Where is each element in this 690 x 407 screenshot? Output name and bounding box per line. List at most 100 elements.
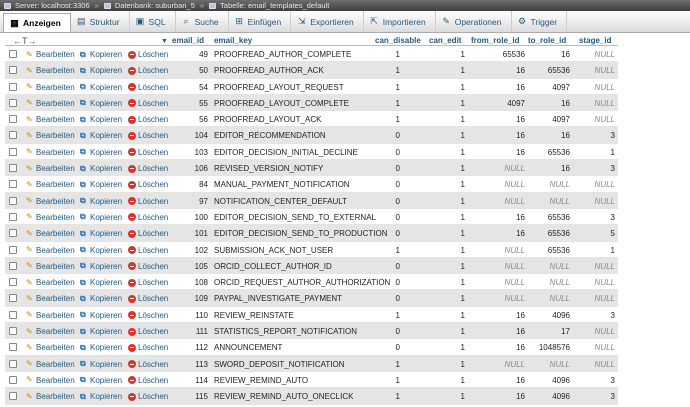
copy-button[interactable]: ⧉ Kopieren <box>80 180 122 189</box>
edit-button[interactable]: ✎ Bearbeiten <box>26 66 75 75</box>
edit-button[interactable]: ✎ Bearbeiten <box>26 343 75 352</box>
delete-button[interactable]: Löschen <box>128 164 168 173</box>
copy-button[interactable]: ⧉ Kopieren <box>80 115 122 124</box>
tab-suche[interactable]: ⌕ Suche <box>176 11 229 32</box>
row-checkbox[interactable] <box>9 327 17 336</box>
edit-button[interactable]: ✎ Bearbeiten <box>26 392 75 401</box>
copy-button[interactable]: ⧉ Kopieren <box>80 343 122 352</box>
edit-button[interactable]: ✎ Bearbeiten <box>26 180 75 189</box>
row-checkbox[interactable] <box>9 343 17 352</box>
edit-button[interactable]: ✎ Bearbeiten <box>26 311 75 320</box>
delete-button[interactable]: Löschen <box>128 392 168 401</box>
edit-button[interactable]: ✎ Bearbeiten <box>26 197 75 206</box>
row-checkbox[interactable] <box>9 66 17 75</box>
copy-button[interactable]: ⧉ Kopieren <box>80 164 122 173</box>
edit-button[interactable]: ✎ Bearbeiten <box>26 213 75 222</box>
edit-button[interactable]: ✎ Bearbeiten <box>26 50 75 59</box>
row-checkbox[interactable] <box>9 164 17 173</box>
row-checkbox[interactable] <box>9 375 17 384</box>
delete-button[interactable]: Löschen <box>128 99 168 108</box>
delete-button[interactable]: Löschen <box>128 360 168 369</box>
tab-operationen[interactable]: ✎ Operationen <box>436 11 512 32</box>
breadcrumb-item[interactable]: Server: localhost:3306 <box>4 1 90 10</box>
column-header-stage-id[interactable]: stage_id <box>579 36 611 45</box>
tab-struktur[interactable]: ▤ Struktur <box>71 11 130 32</box>
tab-trigger[interactable]: ⚙ Trigger <box>512 11 568 32</box>
copy-button[interactable]: ⧉ Kopieren <box>80 148 122 157</box>
copy-button[interactable]: ⧉ Kopieren <box>80 83 122 92</box>
copy-button[interactable]: ⧉ Kopieren <box>80 213 122 222</box>
copy-button[interactable]: ⧉ Kopieren <box>80 311 122 320</box>
delete-button[interactable]: Löschen <box>128 213 168 222</box>
delete-button[interactable]: Löschen <box>128 376 168 385</box>
edit-button[interactable]: ✎ Bearbeiten <box>26 262 75 271</box>
edit-button[interactable]: ✎ Bearbeiten <box>26 99 75 108</box>
row-checkbox[interactable] <box>9 82 17 91</box>
breadcrumb-item[interactable]: Tabelle: email_templates_default <box>209 1 329 10</box>
copy-button[interactable]: ⧉ Kopieren <box>80 246 122 255</box>
column-header-can-edit[interactable]: can_edit <box>429 36 461 45</box>
copy-button[interactable]: ⧉ Kopieren <box>80 392 122 401</box>
row-checkbox[interactable] <box>9 147 17 156</box>
edit-button[interactable]: ✎ Bearbeiten <box>26 294 75 303</box>
edit-button[interactable]: ✎ Bearbeiten <box>26 83 75 92</box>
tab-exportieren[interactable]: ⇲ Exportieren <box>291 11 364 32</box>
copy-button[interactable]: ⧉ Kopieren <box>80 66 122 75</box>
edit-button[interactable]: ✎ Bearbeiten <box>26 131 75 140</box>
row-checkbox[interactable] <box>9 310 17 319</box>
edit-button[interactable]: ✎ Bearbeiten <box>26 229 75 238</box>
breadcrumb-item[interactable]: Datenbank: suburban_5 <box>103 1 195 10</box>
copy-button[interactable]: ⧉ Kopieren <box>80 99 122 108</box>
delete-button[interactable]: Löschen <box>128 148 168 157</box>
tab-anzeigen[interactable]: ▦ Anzeigen <box>3 13 71 32</box>
column-header-email-key[interactable]: email_key <box>214 36 252 45</box>
delete-button[interactable]: Löschen <box>128 343 168 352</box>
delete-button[interactable]: Löschen <box>128 229 168 238</box>
delete-button[interactable]: Löschen <box>128 311 168 320</box>
edit-button[interactable]: ✎ Bearbeiten <box>26 327 75 336</box>
edit-button[interactable]: ✎ Bearbeiten <box>26 376 75 385</box>
delete-button[interactable]: Löschen <box>128 327 168 336</box>
column-header-can-disable[interactable]: can_disable <box>375 36 421 45</box>
delete-button[interactable]: Löschen <box>128 197 168 206</box>
copy-button[interactable]: ⧉ Kopieren <box>80 197 122 206</box>
row-checkbox[interactable] <box>9 392 17 401</box>
row-checkbox[interactable] <box>9 245 17 254</box>
row-checkbox[interactable] <box>9 229 17 238</box>
row-checkbox[interactable] <box>9 212 17 221</box>
edit-button[interactable]: ✎ Bearbeiten <box>26 246 75 255</box>
column-header-to-role-id[interactable]: to_role_id <box>528 36 566 45</box>
edit-button[interactable]: ✎ Bearbeiten <box>26 164 75 173</box>
delete-button[interactable]: Löschen <box>128 131 168 140</box>
row-checkbox[interactable] <box>9 131 17 140</box>
copy-button[interactable]: ⧉ Kopieren <box>80 229 122 238</box>
row-checkbox[interactable] <box>9 50 17 58</box>
copy-button[interactable]: ⧉ Kopieren <box>80 360 122 369</box>
delete-button[interactable]: Löschen <box>128 50 168 59</box>
column-header-email-id[interactable]: email_id <box>172 36 204 45</box>
row-checkbox[interactable] <box>9 294 17 303</box>
row-checkbox[interactable] <box>9 115 17 124</box>
copy-button[interactable]: ⧉ Kopieren <box>80 131 122 140</box>
delete-button[interactable]: Löschen <box>128 294 168 303</box>
delete-button[interactable]: Löschen <box>128 262 168 271</box>
column-header-from-role-id[interactable]: from_role_id <box>471 36 519 45</box>
delete-button[interactable]: Löschen <box>128 246 168 255</box>
sort-indicator-icon[interactable]: ▼ <box>161 36 168 45</box>
row-checkbox[interactable] <box>9 261 17 270</box>
copy-button[interactable]: ⧉ Kopieren <box>80 50 122 59</box>
row-checkbox[interactable] <box>9 98 17 107</box>
copy-button[interactable]: ⧉ Kopieren <box>80 376 122 385</box>
copy-button[interactable]: ⧉ Kopieren <box>80 278 122 287</box>
edit-button[interactable]: ✎ Bearbeiten <box>26 115 75 124</box>
tab-importieren[interactable]: ⇱ Importieren <box>364 11 436 32</box>
delete-button[interactable]: Löschen <box>128 115 168 124</box>
delete-button[interactable]: Löschen <box>128 66 168 75</box>
row-checkbox[interactable] <box>9 359 17 368</box>
column-arrows[interactable]: ←T→ <box>13 36 37 46</box>
copy-button[interactable]: ⧉ Kopieren <box>80 262 122 271</box>
tab-einfügen[interactable]: ⊞ Einfügen <box>229 11 292 32</box>
row-checkbox[interactable] <box>9 196 17 205</box>
edit-button[interactable]: ✎ Bearbeiten <box>26 278 75 287</box>
row-checkbox[interactable] <box>9 278 17 287</box>
